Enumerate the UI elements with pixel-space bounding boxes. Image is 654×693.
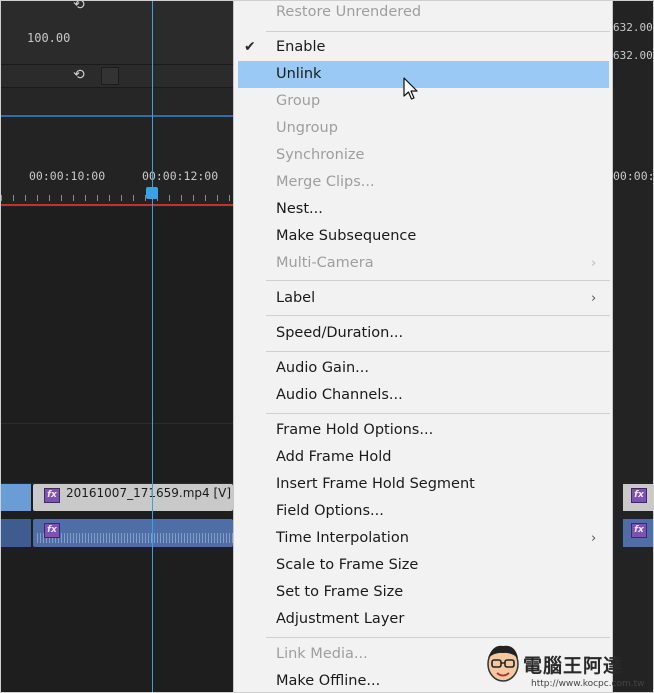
menu-item-add-frame-hold[interactable]: Add Frame Hold	[234, 444, 614, 471]
fx-badge: fx	[631, 523, 647, 538]
video-clip-prev[interactable]	[1, 484, 31, 511]
context-menu: Restore Unrendered ✔ Enable Unlink Group …	[233, 1, 613, 692]
menu-separator	[266, 351, 610, 352]
menu-item-scale-to-frame-size[interactable]: Scale to Frame Size	[234, 552, 614, 579]
reset-icon[interactable]: ⟲	[73, 1, 85, 13]
menu-item-audio-gain[interactable]: Audio Gain...	[234, 355, 614, 382]
menu-separator	[266, 637, 610, 638]
panel-focus-line	[1, 115, 233, 117]
menu-separator	[266, 31, 610, 32]
reset-icon[interactable]: ⟲	[73, 67, 85, 83]
effect-controls-panel: ⟲ 100.00 ⟲	[1, 1, 233, 114]
chevron-right-icon: ›	[591, 256, 597, 271]
menu-item-ungroup: Ungroup	[276, 120, 338, 136]
menu-item-synchronize: Synchronize	[276, 147, 365, 163]
mascot-logo-icon	[487, 645, 519, 682]
audio-waveform	[37, 533, 233, 543]
watermark-text: 電腦王阿達	[523, 655, 624, 677]
menu-item-field-options[interactable]: Field Options...	[234, 498, 614, 525]
premiere-window: ⟲ 100.00 ⟲ 00:00:10:00 00:00:12:00 fx 20…	[0, 0, 654, 693]
time-ruler[interactable]: 00:00:10:00 00:00:12:00	[1, 161, 233, 207]
check-icon: ✔	[244, 39, 256, 55]
audio-clip-prev[interactable]	[1, 519, 31, 547]
menu-separator	[266, 280, 610, 281]
value-readout: 632.00	[613, 21, 653, 34]
value-readout: 632.00	[613, 49, 653, 62]
value-readout[interactable]: 100.00	[27, 31, 70, 45]
timeline-tracks	[1, 207, 233, 692]
menu-item-frame-hold-options[interactable]: Frame Hold Options...	[234, 417, 614, 444]
clip-name: 20161007_171659.mp4 [V]	[66, 486, 232, 500]
menu-item-multi-camera: Multi-Camera ›	[234, 250, 614, 277]
menu-item-nest[interactable]: Nest...	[234, 196, 614, 223]
work-area-bar	[1, 204, 233, 206]
menu-item-insert-frame-hold-segment[interactable]: Insert Frame Hold Segment	[234, 471, 614, 498]
chevron-right-icon: ›	[591, 291, 597, 306]
timecode-label: 00:00:10:00	[29, 169, 106, 183]
panel-footer	[1, 87, 233, 114]
menu-separator	[266, 315, 610, 316]
fx-badge: fx	[44, 488, 60, 503]
menu-separator	[266, 413, 610, 414]
menu-item-time-interpolation[interactable]: Time Interpolation ›	[234, 525, 614, 552]
chevron-right-icon: ›	[591, 531, 597, 546]
menu-item-speed-duration[interactable]: Speed/Duration...	[234, 320, 614, 347]
menu-item-enable[interactable]: ✔ Enable	[234, 34, 614, 61]
right-panel	[613, 1, 653, 692]
ruler-ticks	[1, 189, 233, 203]
menu-item-restore-unrendered: Restore Unrendered	[276, 4, 422, 20]
menu-item-unlink[interactable]: Unlink	[238, 61, 609, 88]
playhead-line	[152, 1, 153, 692]
timecode-label: 00:00:12:00	[142, 169, 219, 183]
menu-item-make-subsequence[interactable]: Make Subsequence	[234, 223, 614, 250]
watermark-url: http://www.kocpc.com.tw	[531, 679, 645, 689]
menu-item-audio-channels[interactable]: Audio Channels...	[234, 382, 614, 409]
divider	[1, 64, 233, 65]
playhead-handle[interactable]	[146, 187, 158, 199]
timecode-label: 00:00:20	[613, 169, 654, 183]
menu-item-label[interactable]: Label ›	[234, 285, 614, 312]
keyframe-toggle[interactable]	[101, 67, 119, 85]
fx-badge: fx	[631, 488, 647, 503]
menu-item-set-to-frame-size[interactable]: Set to Frame Size	[234, 579, 614, 606]
menu-item-group: Group	[276, 93, 321, 109]
mouse-pointer-icon	[403, 77, 418, 100]
menu-item-adjustment-layer[interactable]: Adjustment Layer	[234, 606, 614, 633]
fx-badge: fx	[44, 523, 60, 538]
menu-item-merge-clips: Merge Clips...	[276, 174, 375, 190]
